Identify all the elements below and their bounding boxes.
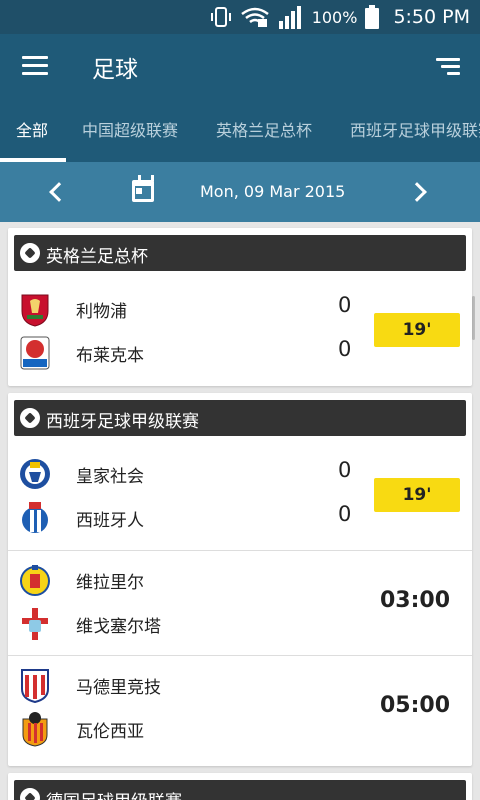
- previous-day-chevron-icon[interactable]: [49, 182, 69, 202]
- home-score: 0: [338, 293, 352, 317]
- league-header[interactable]: 德国足球甲级联赛: [14, 780, 466, 800]
- home-team-name: 皇家社会: [76, 467, 144, 487]
- app-title: 足球: [92, 57, 138, 83]
- live-minute-badge: 19': [374, 313, 460, 347]
- home-team-name: 马德里竞技: [76, 678, 161, 698]
- real-sociedad-crest-icon: [18, 456, 52, 492]
- valencia-crest-icon: [18, 711, 52, 747]
- home-team-name: 维拉里尔: [76, 573, 144, 593]
- menu-icon[interactable]: [22, 56, 48, 76]
- sort-icon[interactable]: [436, 58, 460, 76]
- vibrate-icon: [210, 7, 231, 27]
- battery-percent: 100%: [311, 7, 358, 27]
- match-row[interactable]: 利物浦 0 布莱克本 0 19': [8, 280, 472, 385]
- kickoff-time: 03:00: [379, 588, 450, 613]
- date-bar: Mon, 09 Mar 2015: [0, 162, 480, 222]
- league-card-bundesliga: 德国足球甲级联赛: [8, 773, 472, 800]
- live-minute-badge: 19': [374, 478, 460, 512]
- away-score: 0: [338, 337, 352, 361]
- next-day-chevron-icon[interactable]: [407, 182, 427, 202]
- league-header[interactable]: 英格兰足总杯: [14, 235, 466, 271]
- atletico-madrid-crest-icon: [18, 667, 52, 704]
- espanyol-crest-icon: [18, 500, 52, 536]
- away-team-name: 维戈塞尔塔: [76, 617, 161, 637]
- signal-icon: [278, 6, 301, 29]
- status-bar: 100% 5:50 PM: [0, 0, 480, 34]
- scrollbar[interactable]: [472, 296, 475, 340]
- kickoff-time: 05:00: [379, 693, 450, 718]
- league-tabs: 全部 中国超级联赛 英格兰足总杯 西班牙足球甲级联赛: [0, 100, 480, 162]
- league-name: 西班牙足球甲级联赛: [46, 412, 199, 432]
- home-team-name: 利物浦: [76, 302, 127, 322]
- league-card-la-liga: 西班牙足球甲级联赛 皇家社会 0 西班牙人 0 19' 维拉里尔 维戈塞尔塔 0…: [8, 393, 472, 766]
- league-card-fa-cup: 英格兰足总杯 利物浦 0 布莱克本 0 19': [8, 228, 472, 386]
- league-header[interactable]: 西班牙足球甲级联赛: [14, 400, 466, 436]
- tab-all[interactable]: 全部: [16, 100, 48, 162]
- soccer-ball-icon: [20, 788, 40, 800]
- tab-chinese-super-league[interactable]: 中国超级联赛: [82, 100, 178, 162]
- soccer-ball-icon: [20, 408, 40, 428]
- app-bar: 足球: [0, 34, 480, 100]
- away-team-name: 瓦伦西亚: [76, 722, 144, 742]
- match-row[interactable]: 马德里竞技 瓦伦西亚 05:00: [8, 655, 472, 760]
- celta-vigo-crest-icon: [18, 606, 52, 642]
- home-score: 0: [338, 458, 352, 482]
- match-row[interactable]: 维拉里尔 维戈塞尔塔 03:00: [8, 550, 472, 655]
- battery-icon: [365, 5, 380, 29]
- tab-la-liga[interactable]: 西班牙足球甲级联赛: [350, 100, 480, 162]
- away-score: 0: [338, 502, 352, 526]
- away-team-name: 布莱克本: [76, 346, 144, 366]
- selected-date[interactable]: Mon, 09 Mar 2015: [200, 182, 345, 201]
- villarreal-crest-icon: [18, 562, 52, 598]
- clock: 5:50 PM: [393, 6, 470, 28]
- soccer-ball-icon: [20, 243, 40, 263]
- tab-fa-cup[interactable]: 英格兰足总杯: [216, 100, 312, 162]
- wifi-icon: [240, 7, 269, 27]
- liverpool-crest-icon: [18, 291, 52, 327]
- calendar-icon[interactable]: [132, 175, 154, 202]
- away-team-name: 西班牙人: [76, 511, 144, 531]
- match-row[interactable]: 皇家社会 0 西班牙人 0 19': [8, 445, 472, 550]
- league-name: 英格兰足总杯: [46, 247, 148, 267]
- league-name: 德国足球甲级联赛: [46, 787, 182, 800]
- blackburn-crest-icon: [18, 335, 52, 371]
